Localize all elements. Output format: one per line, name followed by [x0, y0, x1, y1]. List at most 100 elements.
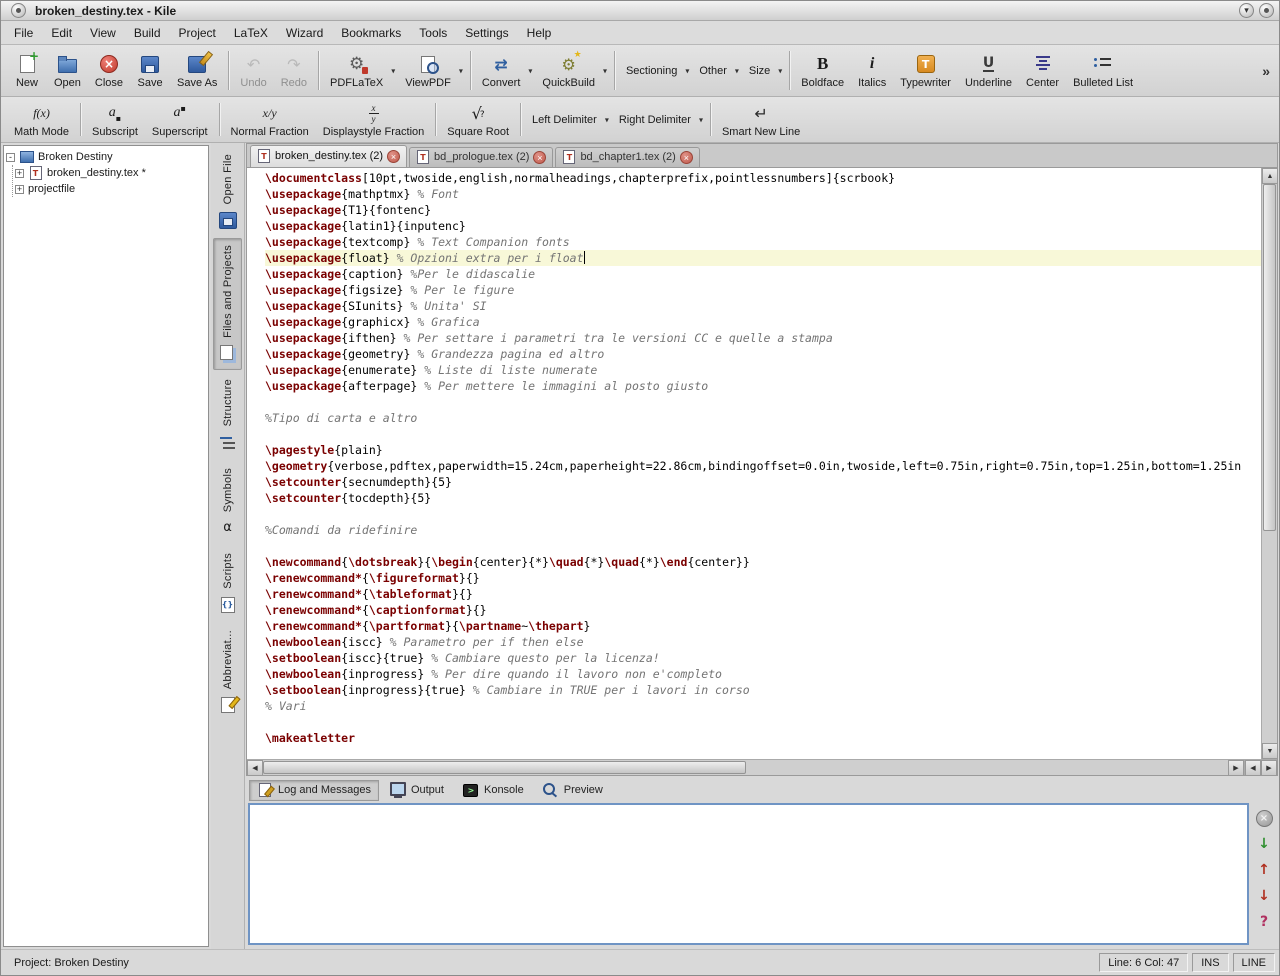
code-line[interactable]: \newcommand{\dotsbreak}{\begin{center}{*…	[265, 554, 1261, 570]
code-line[interactable]: \setcounter{tocdepth}{5}	[265, 490, 1261, 506]
menu-edit[interactable]: Edit	[42, 23, 81, 43]
scroll-left-icon[interactable]: ◀	[247, 760, 263, 776]
stop-icon[interactable]	[1255, 809, 1273, 827]
horizontal-scroll-track[interactable]	[263, 760, 1228, 775]
close-tab-icon[interactable]: ×	[680, 151, 693, 164]
menu-build[interactable]: Build	[125, 23, 170, 43]
typewriter-button[interactable]: Typewriter	[893, 47, 958, 94]
code-area[interactable]: \documentclass[10pt,twoside,english,norm…	[247, 168, 1261, 759]
code-line[interactable]: \usepackage{geometry} % Grandezza pagina…	[265, 346, 1261, 362]
code-line[interactable]: \geometry{verbose,pdftex,paperwidth=15.2…	[265, 458, 1261, 474]
code-line[interactable]: % Vari	[265, 698, 1261, 714]
normal-fraction-button[interactable]: Normal Fraction	[224, 99, 316, 140]
horizontal-scroll-thumb[interactable]	[263, 761, 746, 774]
code-line[interactable]: \renewcommand*{\captionformat}{}	[265, 602, 1261, 618]
bulleted-list-button[interactable]: Bulleted List	[1066, 47, 1140, 94]
previous-warning-icon[interactable]	[1255, 861, 1273, 879]
subscript-button[interactable]: Subscript	[85, 99, 145, 140]
left-delimiter-button[interactable]: Left Delimiter▾	[525, 99, 612, 140]
editor-tab-bd-prologue-tex-2[interactable]: bd_prologue.tex (2)×	[409, 147, 553, 167]
bottom-tab-preview[interactable]: Preview	[535, 780, 611, 801]
code-line[interactable]	[265, 394, 1261, 410]
math-mode-button[interactable]: Math Mode	[7, 99, 76, 140]
sidebar-tab-open-file[interactable]: Open File	[213, 147, 242, 236]
code-line[interactable]: \usepackage{enumerate} % Liste di liste …	[265, 362, 1261, 378]
tree-expander-icon[interactable]: -	[6, 153, 15, 162]
editor-tab-broken-destiny-tex-2[interactable]: broken_destiny.tex (2)×	[250, 145, 407, 167]
code-line[interactable]	[265, 714, 1261, 730]
scroll-up-icon[interactable]: ▲	[1262, 168, 1278, 184]
menu-latex[interactable]: LaTeX	[225, 23, 277, 43]
center-button[interactable]: Center	[1019, 47, 1066, 94]
boldface-button[interactable]: Boldface	[794, 47, 851, 94]
shade-button[interactable]: ▾	[1239, 3, 1254, 18]
code-line[interactable]: \usepackage{afterpage} % Per mettere le …	[265, 378, 1261, 394]
code-line[interactable]: \makeatletter	[265, 730, 1261, 746]
square-root-button[interactable]: Square Root	[440, 99, 516, 140]
code-line[interactable]: \setcounter{secnumdepth}{5}	[265, 474, 1261, 490]
viewpdf-button[interactable]: ViewPDF▾	[398, 47, 466, 94]
titlebar[interactable]: broken_destiny.tex - Kile ▾	[1, 1, 1279, 21]
vertical-scroll-track[interactable]	[1262, 184, 1277, 743]
close-button[interactable]: Close	[88, 47, 130, 94]
menu-project[interactable]: Project	[170, 23, 225, 43]
tree-item[interactable]: +broken_destiny.tex *	[15, 165, 206, 181]
save-button[interactable]: Save	[130, 47, 170, 94]
code-line[interactable]	[265, 426, 1261, 442]
sidebar-tab-symbols[interactable]: Symbols	[213, 461, 242, 544]
pdflatex-button[interactable]: PDFLaTeX▾	[323, 47, 398, 94]
sectioning-button[interactable]: Sectioning▾	[619, 47, 692, 94]
open-button[interactable]: Open	[47, 47, 88, 94]
underline-button[interactable]: Underline	[958, 47, 1019, 94]
vertical-scrollbar[interactable]: ▲ ▼	[1261, 168, 1277, 759]
toolbar-overflow-icon[interactable]: »	[1259, 63, 1273, 79]
log-messages-view[interactable]	[248, 803, 1249, 945]
code-line[interactable]: %Tipo di carta e altro	[265, 410, 1261, 426]
menu-view[interactable]: View	[81, 23, 125, 43]
italics-button[interactable]: Italics	[851, 47, 893, 94]
scroll-down-icon[interactable]: ▼	[1262, 743, 1278, 759]
menu-file[interactable]: File	[5, 23, 42, 43]
code-line[interactable]: \usepackage{figsize} % Per le figure	[265, 282, 1261, 298]
sidebar-tab-files-and-projects[interactable]: Files and Projects	[213, 238, 242, 370]
other-button[interactable]: Other▾	[692, 47, 742, 94]
next-error-icon[interactable]	[1255, 835, 1273, 853]
horizontal-scrollbar[interactable]: ◀ ▶ ◀ ▶	[247, 759, 1277, 775]
next-warning-icon[interactable]	[1255, 887, 1273, 905]
code-line[interactable]: \usepackage{caption} %Per le didascalie	[265, 266, 1261, 282]
code-line[interactable]: \pagestyle{plain}	[265, 442, 1261, 458]
save-as-button[interactable]: Save As	[170, 47, 224, 94]
right-delimiter-button[interactable]: Right Delimiter▾	[612, 99, 706, 140]
tab-scroll-right-icon[interactable]: ▶	[1261, 760, 1277, 776]
close-tab-icon[interactable]: ×	[387, 150, 400, 163]
tree-expander-icon[interactable]: +	[15, 185, 24, 194]
smart-new-line-button[interactable]: Smart New Line	[715, 99, 807, 140]
close-button[interactable]	[1259, 3, 1274, 18]
menu-help[interactable]: Help	[518, 23, 561, 43]
sidebar-tab-abbreviat[interactable]: Abbreviat...	[213, 623, 242, 721]
close-tab-icon[interactable]: ×	[533, 151, 546, 164]
help-icon[interactable]	[1255, 913, 1273, 931]
code-line[interactable]: \usepackage{SIunits} % Unita' SI	[265, 298, 1261, 314]
code-line[interactable]: \usepackage{mathptmx} % Font	[265, 186, 1261, 202]
tree-item[interactable]: +projectfile	[15, 181, 206, 197]
code-line[interactable]: \usepackage{latin1}{inputenc}	[265, 218, 1261, 234]
superscript-button[interactable]: Superscript	[145, 99, 215, 140]
code-line[interactable]: \renewcommand*{\partformat}{\partname~\t…	[265, 618, 1261, 634]
code-line[interactable]: \usepackage{float} % Opzioni extra per i…	[265, 250, 1261, 266]
displaystyle-fraction-button[interactable]: Displaystyle Fraction	[316, 99, 431, 140]
vertical-scroll-thumb[interactable]	[1263, 184, 1276, 531]
code-line[interactable]: \setboolean{iscc}{true} % Cambiare quest…	[265, 650, 1261, 666]
menu-tools[interactable]: Tools	[410, 23, 456, 43]
tree-expander-icon[interactable]: +	[15, 169, 24, 178]
sidebar-tab-structure[interactable]: Structure	[213, 372, 242, 458]
bottom-tab-output[interactable]: Output	[382, 780, 452, 801]
bottom-tab-konsole[interactable]: Konsole	[455, 780, 532, 801]
code-line[interactable]: \renewcommand*{\figureformat}{}	[265, 570, 1261, 586]
code-line[interactable]	[265, 506, 1261, 522]
menu-settings[interactable]: Settings	[456, 23, 517, 43]
menu-wizard[interactable]: Wizard	[277, 23, 332, 43]
code-line[interactable]: \newboolean{iscc} % Parametro per if the…	[265, 634, 1261, 650]
code-line[interactable]	[265, 538, 1261, 554]
tab-scroll-left-icon[interactable]: ◀	[1245, 760, 1261, 776]
